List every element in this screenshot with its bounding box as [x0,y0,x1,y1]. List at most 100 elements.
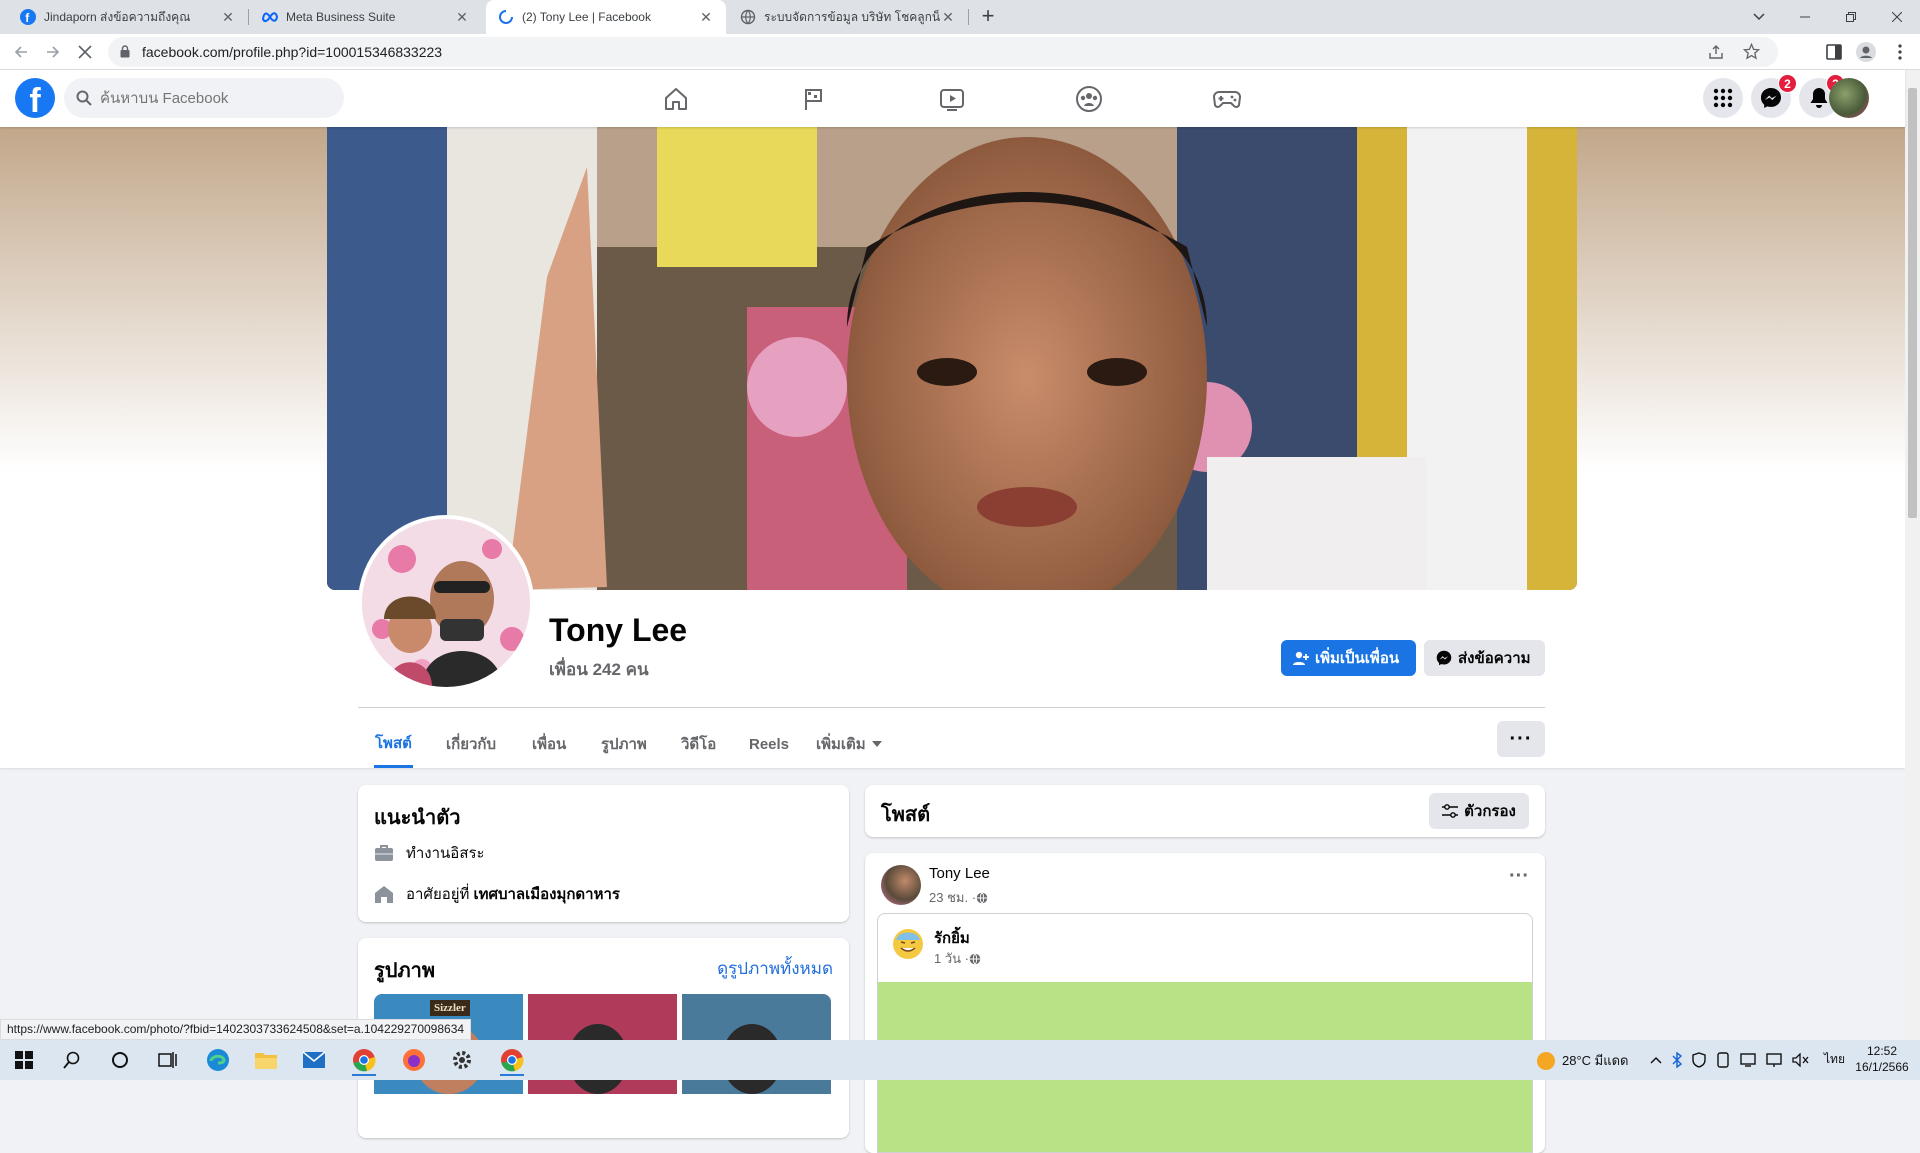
taskbar-chrome-2[interactable] [492,1044,532,1076]
post-options-button[interactable]: ··· [1509,865,1529,888]
address-bar[interactable]: facebook.com/profile.php?id=100015346833… [108,37,1778,67]
minimize-button[interactable] [1782,0,1828,34]
start-button[interactable] [4,1044,44,1076]
profile-picture[interactable] [358,515,534,691]
bluetooth-icon[interactable] [1672,1051,1682,1068]
shared-timestamp[interactable]: 1 วัน · [934,948,981,969]
profile-name: Tony Lee [549,612,688,648]
taskbar-file-explorer[interactable] [246,1044,286,1076]
nav-groups[interactable] [1034,74,1144,124]
post-timestamp[interactable]: 23 ชม. · [929,887,988,908]
close-window-button[interactable] [1874,0,1920,34]
input-language[interactable]: ไทย [1824,1050,1845,1069]
filter-label: ตัวกรอง [1464,803,1516,820]
nav-gaming[interactable] [1172,74,1282,124]
tab-search-button[interactable] [1736,0,1782,34]
taskbar-search-button[interactable] [52,1044,92,1076]
chevron-up-icon[interactable] [1650,1056,1662,1064]
shared-author-name[interactable]: รักยิ้ม [934,926,970,950]
browser-tab-strip: f Jindaporn ส่งข้อความถึงคุณ ✕ Meta Busi… [0,0,1920,34]
lives-place[interactable]: เทศบาลเมืองมุกดาหาร [473,882,620,906]
folder-icon [255,1053,277,1069]
display-icon[interactable] [1740,1052,1756,1067]
friend-count[interactable]: เพื่อน 242 คน [549,656,649,683]
browser-tab-2[interactable]: Meta Business Suite ✕ [250,0,482,34]
intro-work: ทำงานอิสระ [374,841,485,865]
tab-posts[interactable]: โพสต์ [374,720,413,768]
close-icon [78,45,92,59]
browser-tab-4[interactable]: ระบบจัดการข้อมูล บริษัท โชคลูกน็อต ... ✕ [728,0,968,34]
close-tab-icon[interactable]: ✕ [940,9,956,25]
messenger-button[interactable]: 2 [1751,74,1797,118]
close-tab-icon[interactable]: ✕ [220,9,236,25]
close-icon [1892,12,1902,22]
task-view-button[interactable] [148,1044,188,1076]
send-message-button[interactable]: ส่งข้อความ [1424,640,1545,676]
add-friend-button[interactable]: เพิ่มเป็นเพื่อน [1281,640,1416,676]
volume-mute-icon[interactable] [1792,1052,1810,1067]
post-author-name[interactable]: Tony Lee [929,865,990,882]
filter-button[interactable]: ตัวกรอง [1429,793,1529,829]
post-card: Tony Lee 23 ชม. · ··· รักยิ้ม 1 วัน · [865,853,1545,1153]
taskbar-settings[interactable] [442,1044,482,1076]
posts-header-card: โพสต์ ตัวกรอง [865,785,1545,837]
taskbar-firefox[interactable] [394,1044,434,1076]
nav-pages[interactable] [759,74,869,124]
tab-reels[interactable]: Reels [748,720,790,768]
intro-lives: อาศัยอยู่ที่ เทศบาลเมืองมุกดาหาร [374,882,620,906]
tab-more-label: เพิ่มเติม [816,736,866,753]
side-panel-button[interactable] [1822,40,1846,64]
usb-device-icon[interactable] [1716,1051,1730,1068]
taskbar-edge[interactable] [198,1044,238,1076]
tab-photos[interactable]: รูปภาพ [600,720,648,768]
cover-photo[interactable] [327,127,1577,590]
facebook-logo[interactable]: f [15,78,55,118]
new-tab-button[interactable]: + [976,5,1000,29]
taskbar-mail[interactable] [294,1044,334,1076]
post-author-avatar[interactable] [881,865,921,905]
windows-taskbar: 28°C มีแดด ไทย 12:52 16/1/2566 [0,1040,1920,1080]
bookmark-star-icon[interactable] [1743,43,1760,60]
shield-icon[interactable] [1692,1051,1706,1068]
forward-button[interactable] [41,40,65,64]
share-icon[interactable] [1708,44,1724,60]
clock[interactable]: 12:52 16/1/2566 [1852,1043,1912,1075]
back-button[interactable] [9,40,33,64]
search-input[interactable] [100,78,330,118]
menu-button[interactable] [1703,78,1743,118]
profile-button[interactable] [1854,40,1878,64]
account-avatar[interactable] [1829,78,1869,118]
network-icon[interactable] [1766,1052,1782,1067]
close-tab-icon[interactable]: ✕ [454,9,470,25]
restore-button[interactable] [1828,0,1874,34]
nav-watch[interactable] [897,74,1007,124]
stop-loading-button[interactable] [73,40,97,64]
browser-tab-1[interactable]: f Jindaporn ส่งข้อความถึงคุณ ✕ [8,0,248,34]
loading-icon [499,10,513,24]
messenger-icon [1761,88,1781,108]
tab-title: Meta Business Suite [286,10,396,24]
sun-icon [1537,1051,1555,1070]
facebook-search[interactable] [64,78,344,118]
tab-friends[interactable]: เพื่อน [531,720,567,768]
cover-photo-image [327,127,1577,590]
profile-more-button[interactable]: ··· [1497,721,1545,757]
weather-widget[interactable]: 28°C มีแดด [1536,1050,1629,1071]
see-all-photos-link[interactable]: ดูรูปภาพทั้งหมด [717,955,833,982]
nav-home[interactable] [621,74,731,124]
briefcase-icon [375,845,393,861]
shared-author-avatar[interactable] [890,926,926,962]
browser-menu-button[interactable] [1888,40,1912,64]
tab-title: (2) Tony Lee | Facebook [522,10,651,24]
lives-prefix: อาศัยอยู่ที่ [406,886,470,903]
tab-videos[interactable]: วิดีโอ [680,720,717,768]
tab-about[interactable]: เกี่ยวกับ [445,720,497,768]
taskbar-chrome[interactable] [344,1044,384,1076]
browser-tab-3-active[interactable]: (2) Tony Lee | Facebook ✕ [486,0,726,34]
cortana-button[interactable] [100,1044,140,1076]
status-url-bubble: https://www.facebook.com/photo/?fbid=140… [0,1019,472,1040]
scrollbar-thumb[interactable] [1908,88,1917,518]
close-tab-icon[interactable]: ✕ [698,9,714,25]
groups-icon [1076,86,1102,112]
tab-more[interactable]: เพิ่มเติม [815,720,883,768]
